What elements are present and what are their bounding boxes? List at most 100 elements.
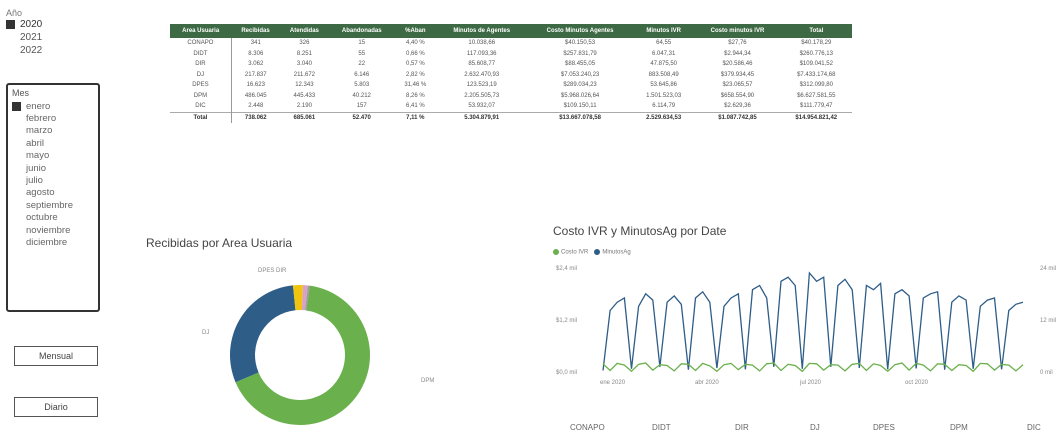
table-cell: $289.034,23 xyxy=(563,82,597,89)
year-option[interactable]: 2022 xyxy=(6,44,76,57)
y-right-tick: 12 mil xyxy=(1040,318,1057,324)
table-cell: $111.779,47 xyxy=(800,103,833,110)
table-cell: $7.433.174,68 xyxy=(797,71,836,78)
checkbox-icon[interactable] xyxy=(6,46,15,55)
checkbox-icon[interactable] xyxy=(12,139,21,148)
table-cell: 47.875,50 xyxy=(650,61,678,68)
table-cell: DJ xyxy=(170,69,232,80)
table-cell: 22 xyxy=(358,61,366,68)
table-cell: 326 xyxy=(299,40,310,47)
legend-dot-icon xyxy=(553,249,559,255)
donut-chart xyxy=(230,285,370,425)
month-option-label: enero xyxy=(26,100,51,112)
month-option[interactable]: noviembre xyxy=(12,224,94,236)
checkbox-icon[interactable] xyxy=(12,188,21,197)
column-header[interactable]: Recibidas xyxy=(231,24,280,38)
month-option[interactable]: diciembre xyxy=(12,236,94,248)
checkbox-icon[interactable] xyxy=(12,213,21,222)
column-header[interactable]: Abandonadas xyxy=(329,24,395,38)
month-option[interactable]: mayo xyxy=(12,150,94,162)
table-cell: 6,41 % xyxy=(405,103,425,110)
column-header[interactable]: Costo minutos IVR xyxy=(694,24,781,38)
month-option[interactable]: julio xyxy=(12,174,94,186)
checkbox-icon[interactable] xyxy=(12,176,21,185)
table-total-cell: 7,11 % xyxy=(394,111,437,123)
table-cell: 0,57 % xyxy=(405,61,425,68)
table-cell: 2.632.470,93 xyxy=(464,71,500,78)
table-cell: $23.065,57 xyxy=(722,82,753,89)
month-option-label: agosto xyxy=(26,187,55,199)
month-option[interactable]: octubre xyxy=(12,212,94,224)
table-cell: 2.190 xyxy=(296,103,312,110)
table-cell: $109.150,11 xyxy=(563,103,597,110)
table-cell: DPM xyxy=(170,90,232,101)
year-option[interactable]: 2021 xyxy=(6,31,76,44)
table-cell: 40.212 xyxy=(352,92,371,99)
month-option[interactable]: febrero xyxy=(12,112,94,124)
month-option[interactable]: marzo xyxy=(12,125,94,137)
donut-chart-title: Recibidas por Area Usuaria xyxy=(146,236,293,250)
table-cell: 445.433 xyxy=(293,92,316,99)
table-total-cell: 52.470 xyxy=(329,111,395,123)
donut-slice[interactable] xyxy=(230,285,296,383)
diario-button[interactable]: Diario xyxy=(14,397,98,417)
column-header[interactable]: Minutos IVR xyxy=(632,24,695,38)
table-cell: 883.508,49 xyxy=(648,71,679,78)
mensual-button[interactable]: Mensual xyxy=(14,346,98,366)
table-cell: 5.803 xyxy=(354,82,370,89)
column-header[interactable]: %Aban xyxy=(394,24,437,38)
column-header[interactable]: Atendidas xyxy=(279,24,330,38)
checkbox-icon[interactable] xyxy=(12,114,21,123)
table-cell: $88.455,05 xyxy=(565,61,596,68)
checkbox-icon[interactable] xyxy=(12,238,21,247)
column-header[interactable]: Area Usuaria xyxy=(170,24,232,38)
checkbox-icon[interactable] xyxy=(12,226,21,235)
y-left-tick: $2,4 mil xyxy=(556,266,578,272)
table-cell: 16.623 xyxy=(246,82,265,89)
table-cell: $2.629,36 xyxy=(724,103,751,110)
table-cell: $6.627.581,55 xyxy=(797,92,836,99)
month-option[interactable]: septiembre xyxy=(12,199,94,211)
x-tick: jul 2020 xyxy=(800,380,822,386)
checkbox-icon[interactable] xyxy=(6,33,15,42)
table-cell: $658.554,90 xyxy=(720,92,755,99)
checkbox-icon[interactable] xyxy=(6,20,15,29)
month-option[interactable]: abril xyxy=(12,137,94,149)
month-option-label: septiembre xyxy=(26,199,73,211)
table-row: DIC 2.448 2.190 157 6,41 % 53.932,07 $109.150,… xyxy=(170,101,852,112)
table-cell: $109.041,52 xyxy=(799,61,833,68)
month-option-label: marzo xyxy=(26,125,53,137)
month-option[interactable]: enero xyxy=(12,100,94,112)
year-option-label: 2022 xyxy=(20,45,43,56)
month-option-label: julio xyxy=(26,175,43,187)
table-cell: DIR xyxy=(170,59,232,70)
table-cell: 3.062 xyxy=(248,61,264,68)
column-header[interactable]: Total xyxy=(780,24,852,38)
month-option-label: octubre xyxy=(26,212,58,224)
checkbox-icon[interactable] xyxy=(12,164,21,173)
table-total-row: Total 738.062 685.061 52.470 7,11 % 5.304.879… xyxy=(170,111,852,123)
table-cell: 8,26 % xyxy=(405,92,425,99)
checkbox-icon[interactable] xyxy=(12,126,21,135)
checkbox-icon[interactable] xyxy=(12,151,21,160)
table-row: DPES 16.623 12.343 5.803 31,46 % 123.523,19 $2… xyxy=(170,80,852,91)
column-header[interactable]: Minutos de Agentes xyxy=(436,24,528,38)
category-label: DIC xyxy=(1027,423,1041,432)
month-option[interactable]: junio xyxy=(12,162,94,174)
column-header[interactable]: Costo Minutos Agentes xyxy=(527,24,633,38)
checkbox-icon[interactable] xyxy=(12,101,21,111)
table-cell: $40.178,29 xyxy=(801,40,832,47)
month-option-label: mayo xyxy=(26,150,50,162)
table-total-cell: 2.529.634,53 xyxy=(632,111,695,123)
table-cell: 55 xyxy=(358,50,366,57)
table-cell: $27,76 xyxy=(728,40,747,47)
checkbox-icon[interactable] xyxy=(12,201,21,210)
table-total-cell: 685.061 xyxy=(279,111,330,123)
month-option[interactable]: agosto xyxy=(12,187,94,199)
legend-label: Costo IVR xyxy=(561,249,589,256)
table-cell: 8.306 xyxy=(248,50,264,57)
y-right-tick: 0 mil xyxy=(1040,370,1053,376)
category-label: CONAPO xyxy=(570,423,605,432)
month-option-label: junio xyxy=(26,162,47,174)
year-option[interactable]: 2020 xyxy=(6,18,76,31)
